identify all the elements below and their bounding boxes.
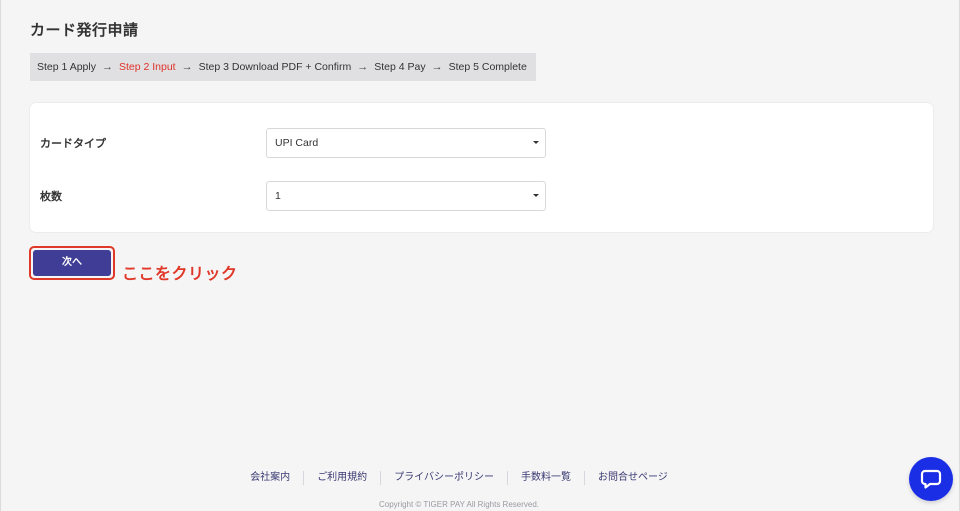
- step-2-current: Step 2 Input: [118, 61, 176, 73]
- copyright-text: Copyright © TIGER PAY All Rights Reserve…: [378, 500, 540, 509]
- footer-nav: 会社案内 ご利用規約 プライバシーポリシー 手数料一覧 お問合せページ: [0, 471, 918, 485]
- caret-down-icon: [533, 141, 539, 144]
- card-type-select[interactable]: UPI Card: [266, 128, 546, 158]
- left-border: [0, 0, 1, 511]
- footer-link-terms[interactable]: ご利用規約: [304, 471, 380, 485]
- step-arrow: →: [431, 61, 443, 73]
- footer-link-fees[interactable]: 手数料一覧: [508, 471, 584, 485]
- chat-bubble-icon: [920, 469, 942, 489]
- quantity-row: 枚数 1: [30, 181, 933, 213]
- card-type-label: カードタイプ: [40, 137, 106, 150]
- quantity-label: 枚数: [40, 190, 62, 203]
- footer-link-company[interactable]: 会社案内: [237, 471, 303, 485]
- quantity-value: 1: [275, 190, 281, 202]
- page: カード発行申請 Step 1 Apply → Step 2 Input → St…: [0, 0, 960, 511]
- step-4: Step 4 Pay: [374, 61, 426, 73]
- step-arrow: →: [181, 61, 193, 73]
- card-type-row: カードタイプ UPI Card: [30, 128, 933, 160]
- footer-link-contact[interactable]: お問合せページ: [585, 471, 681, 485]
- application-form: カードタイプ UPI Card 枚数 1: [30, 103, 933, 232]
- quantity-select[interactable]: 1: [266, 181, 546, 211]
- step-3: Step 3 Download PDF + Confirm: [198, 61, 352, 73]
- step-5: Step 5 Complete: [448, 61, 527, 73]
- footer-link-privacy[interactable]: プライバシーポリシー: [381, 471, 507, 485]
- caret-down-icon: [533, 194, 539, 197]
- step-progress-bar: Step 1 Apply → Step 2 Input → Step 3 Dow…: [30, 53, 536, 81]
- step-arrow: →: [101, 61, 113, 73]
- chat-button[interactable]: [909, 457, 953, 501]
- page-title: カード発行申請: [30, 21, 139, 39]
- step-arrow: →: [357, 61, 369, 73]
- step-1: Step 1 Apply: [37, 61, 96, 73]
- card-type-value: UPI Card: [275, 137, 319, 149]
- click-here-annotation: ここをクリック: [122, 264, 238, 283]
- next-button[interactable]: 次へ: [33, 250, 111, 276]
